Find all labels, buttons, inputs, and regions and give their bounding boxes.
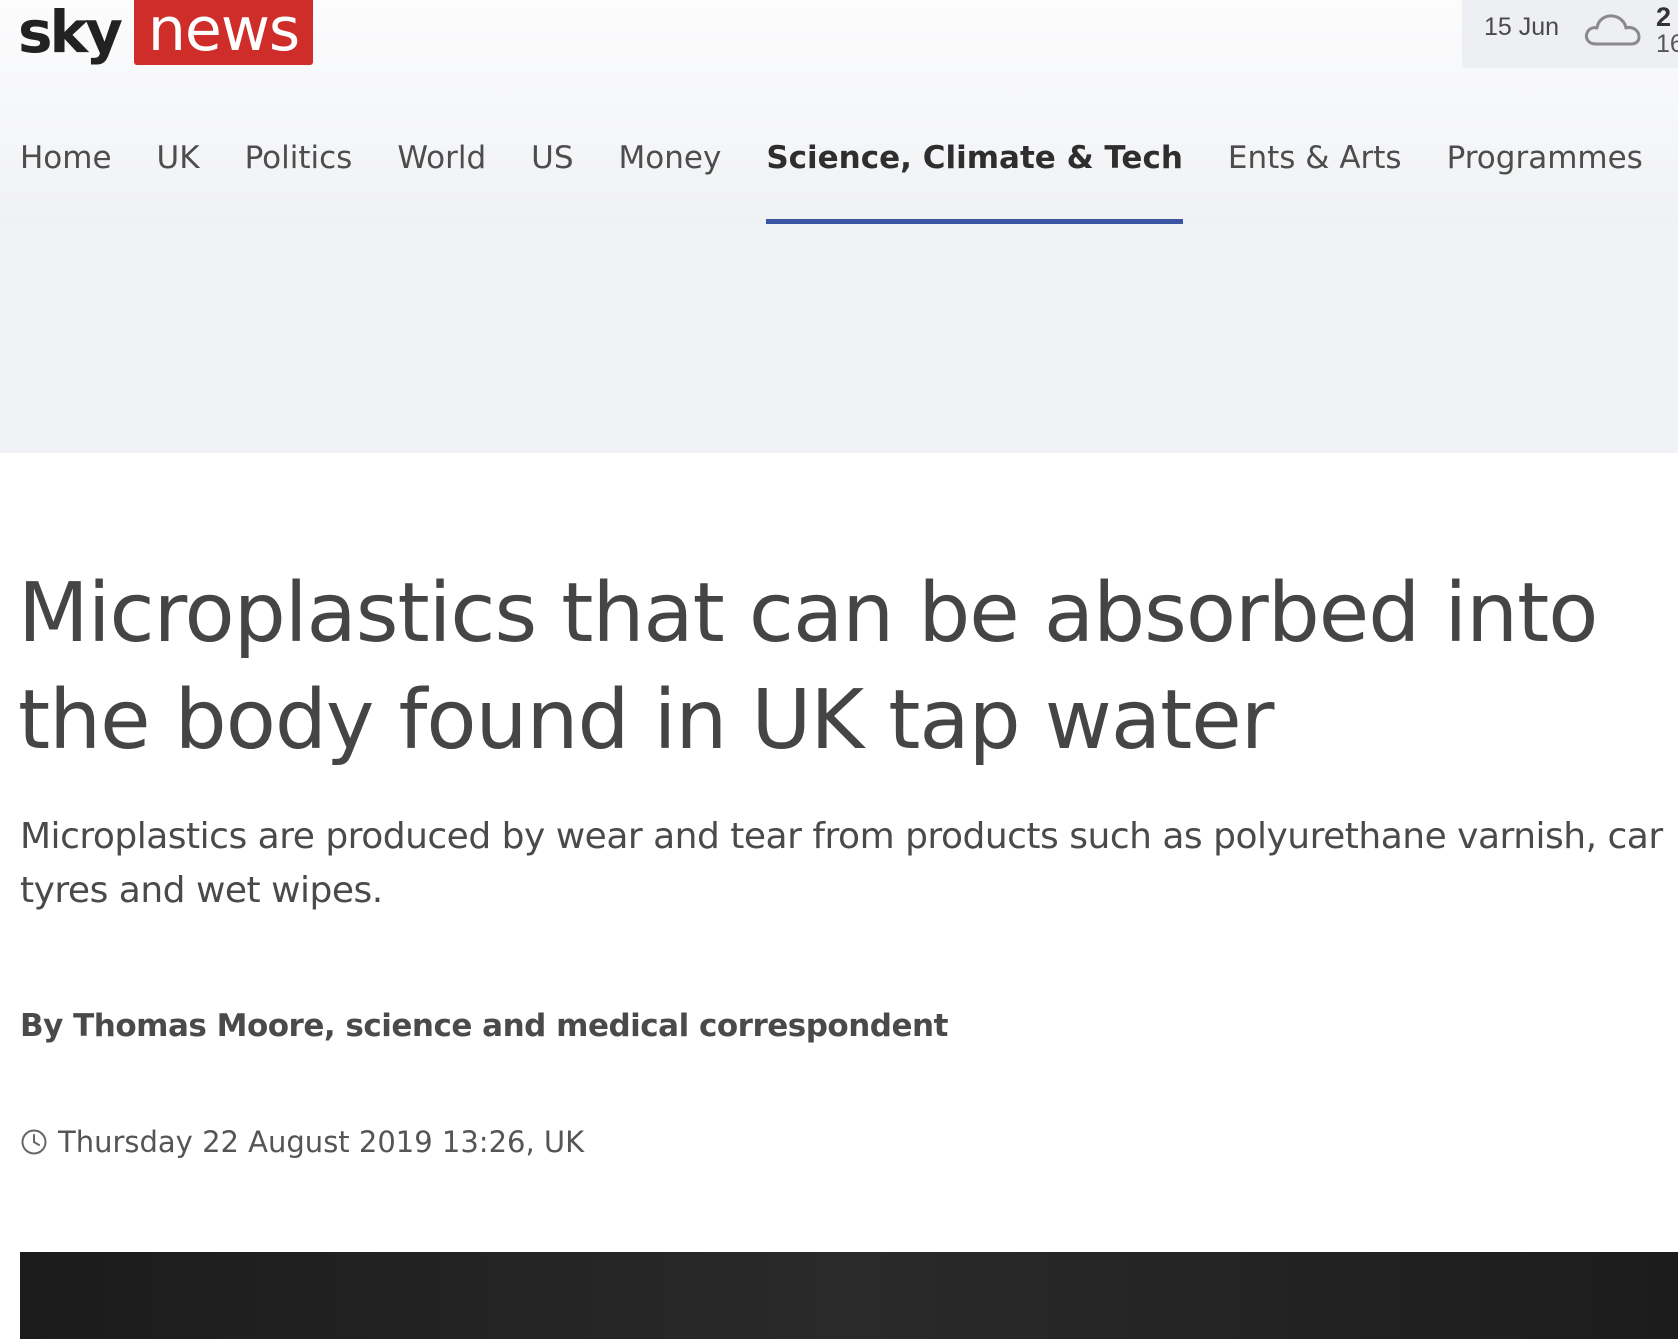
weather-temp-high: 2	[1656, 2, 1672, 32]
logo-sky-text: sky	[18, 0, 123, 66]
site-header: sky news 15 Jun 2 16 Home UK Politics Wo…	[0, 0, 1678, 225]
article-byline: By Thomas Moore, science and medical cor…	[20, 1008, 948, 1044]
nav-item-programmes[interactable]: Programmes	[1447, 140, 1643, 225]
logo-news-text: news	[133, 0, 314, 65]
nav-item-ents-arts[interactable]: Ents & Arts	[1228, 140, 1402, 225]
nav-item-uk[interactable]: UK	[157, 140, 200, 225]
article-hero-media[interactable]	[20, 1252, 1678, 1339]
page: sky news 15 Jun 2 16 Home UK Politics Wo…	[0, 0, 1678, 1339]
nav-item-science-climate-tech[interactable]: Science, Climate & Tech	[766, 140, 1183, 225]
main-nav: Home UK Politics World US Money Science,…	[20, 140, 1678, 225]
nav-item-home[interactable]: Home	[20, 140, 112, 225]
article-headline: Microplastics that can be absorbed into …	[18, 566, 1598, 768]
article-standfirst: Microplastics are produced by wear and t…	[20, 816, 1663, 911]
nav-item-politics[interactable]: Politics	[245, 140, 353, 225]
nav-item-world[interactable]: World	[397, 140, 486, 225]
nav-item-us[interactable]: US	[531, 140, 573, 225]
timestamp-text: Thursday 22 August 2019 13:26, UK	[58, 1125, 585, 1159]
clock-icon	[21, 1129, 47, 1155]
cloud-icon	[1584, 14, 1641, 46]
weather-temp-low: 16	[1656, 30, 1678, 58]
article-timestamp: Thursday 22 August 2019 13:26, UK	[20, 1125, 584, 1159]
weather-date: 15 Jun	[1484, 13, 1560, 41]
sky-news-logo[interactable]: sky news	[18, 0, 314, 66]
nav-item-money[interactable]: Money	[619, 140, 722, 225]
weather-widget[interactable]: 15 Jun 2 16	[1462, 0, 1678, 68]
advert-placeholder	[0, 225, 1678, 453]
